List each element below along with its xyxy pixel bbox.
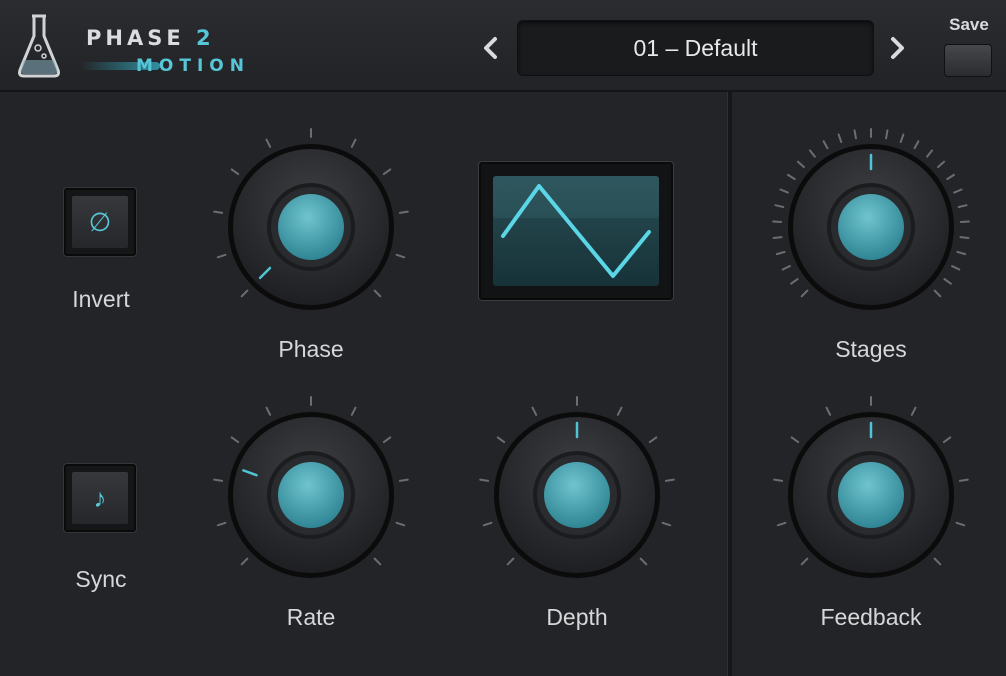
knob-tick — [775, 250, 786, 256]
phase-knob[interactable] — [206, 122, 416, 332]
rate-label: Rate — [286, 604, 336, 630]
knob-tick — [937, 160, 946, 169]
preset-prev-button[interactable] — [476, 30, 506, 66]
chevron-left-icon — [484, 37, 497, 59]
knob-tick — [479, 478, 490, 482]
knob-tick — [773, 478, 784, 482]
knob-tick — [956, 250, 967, 256]
knob-tick — [216, 253, 227, 259]
knob-tick — [955, 521, 966, 527]
logo-title-text: PHASE — [86, 26, 185, 50]
knob-tick — [382, 436, 392, 444]
header: PHASE 2 MOTION 01 – Default Save — [0, 0, 1006, 92]
knob-tick — [899, 133, 905, 144]
knob-tick — [943, 278, 952, 285]
knob-tick — [957, 204, 968, 208]
knob-tick — [216, 521, 227, 527]
triangle-wave-icon — [493, 176, 659, 286]
knob-tick — [825, 406, 832, 416]
knob-tick — [350, 138, 357, 148]
sync-label: Sync — [75, 566, 127, 592]
knob-tick — [774, 204, 785, 208]
knob-tick — [240, 289, 249, 298]
knob-tick — [958, 478, 969, 482]
preset-display[interactable]: 01 – Default — [517, 20, 874, 76]
knob-tick — [776, 521, 787, 527]
knob-tick — [230, 168, 240, 176]
sync-button[interactable]: ♪ — [64, 464, 136, 532]
knob-tick — [398, 210, 409, 214]
knob-tick — [664, 478, 675, 482]
knob-tick — [213, 478, 224, 482]
phase-label: Phase — [278, 336, 344, 362]
knob-tick — [885, 129, 889, 140]
knob-tick — [942, 436, 952, 444]
logo-number: 2 — [196, 26, 215, 50]
invert-label: Invert — [72, 286, 130, 312]
knob-tick — [822, 140, 829, 150]
knob-tick — [951, 265, 961, 271]
invert-button[interactable]: ∅ — [64, 188, 136, 256]
knob-tick — [616, 406, 623, 416]
knob-tick — [395, 521, 406, 527]
note-icon: ♪ — [72, 472, 128, 524]
knob-tick — [800, 289, 809, 298]
depth-label: Depth — [546, 604, 608, 630]
depth-knob[interactable] — [472, 390, 682, 600]
knob-tick — [781, 265, 791, 271]
stages-knob[interactable] — [766, 122, 976, 332]
knob-tick — [933, 289, 942, 298]
knob-tick — [373, 289, 382, 298]
knob-tick — [382, 168, 392, 176]
flask-icon — [18, 14, 60, 78]
knob-tick — [373, 557, 382, 566]
rate-knob[interactable] — [206, 390, 416, 600]
preset-next-button[interactable] — [882, 30, 912, 66]
knob-tick — [265, 138, 272, 148]
knob-tick — [482, 521, 493, 527]
knob-tick — [796, 160, 805, 169]
knob-tick — [506, 557, 515, 566]
waveform-display — [479, 162, 673, 300]
knob-tick — [800, 557, 809, 566]
knob-tick — [531, 406, 538, 416]
knob-tick — [661, 521, 672, 527]
save-label: Save — [949, 15, 989, 34]
knob-tick — [395, 253, 406, 259]
knob-tick — [496, 436, 506, 444]
knob-tick — [265, 406, 272, 416]
knob-tick — [779, 188, 789, 194]
knob-tick — [933, 557, 942, 566]
feedback-label: Feedback — [820, 604, 922, 630]
knob-tick — [790, 436, 800, 444]
section-divider — [727, 92, 732, 676]
knob-tick — [213, 210, 224, 214]
knob-tick — [946, 173, 955, 181]
knob-tick — [913, 140, 920, 150]
feedback-knob[interactable] — [766, 390, 976, 600]
knob-tick — [910, 406, 917, 416]
knob-tick — [398, 478, 409, 482]
knob-tick — [837, 133, 843, 144]
knob-tick — [240, 557, 249, 566]
knob-tick — [230, 436, 240, 444]
knob-tick — [790, 278, 799, 285]
knob-tick — [350, 406, 357, 416]
chevron-right-icon — [891, 37, 904, 59]
logo-subtitle: MOTION — [136, 56, 250, 76]
knob-tick — [953, 188, 963, 194]
stages-label: Stages — [835, 336, 907, 362]
knob-tick — [853, 129, 857, 140]
knob-tick — [772, 236, 783, 239]
save-button[interactable] — [944, 44, 992, 77]
knob-tick — [959, 236, 970, 239]
knob-tick — [639, 557, 648, 566]
logo-title: PHASE 2 — [86, 26, 215, 50]
knob-tick — [808, 149, 816, 158]
invert-icon: ∅ — [72, 196, 128, 248]
knob-tick — [926, 149, 934, 158]
knob-tick — [787, 173, 796, 181]
knob-tick — [648, 436, 658, 444]
